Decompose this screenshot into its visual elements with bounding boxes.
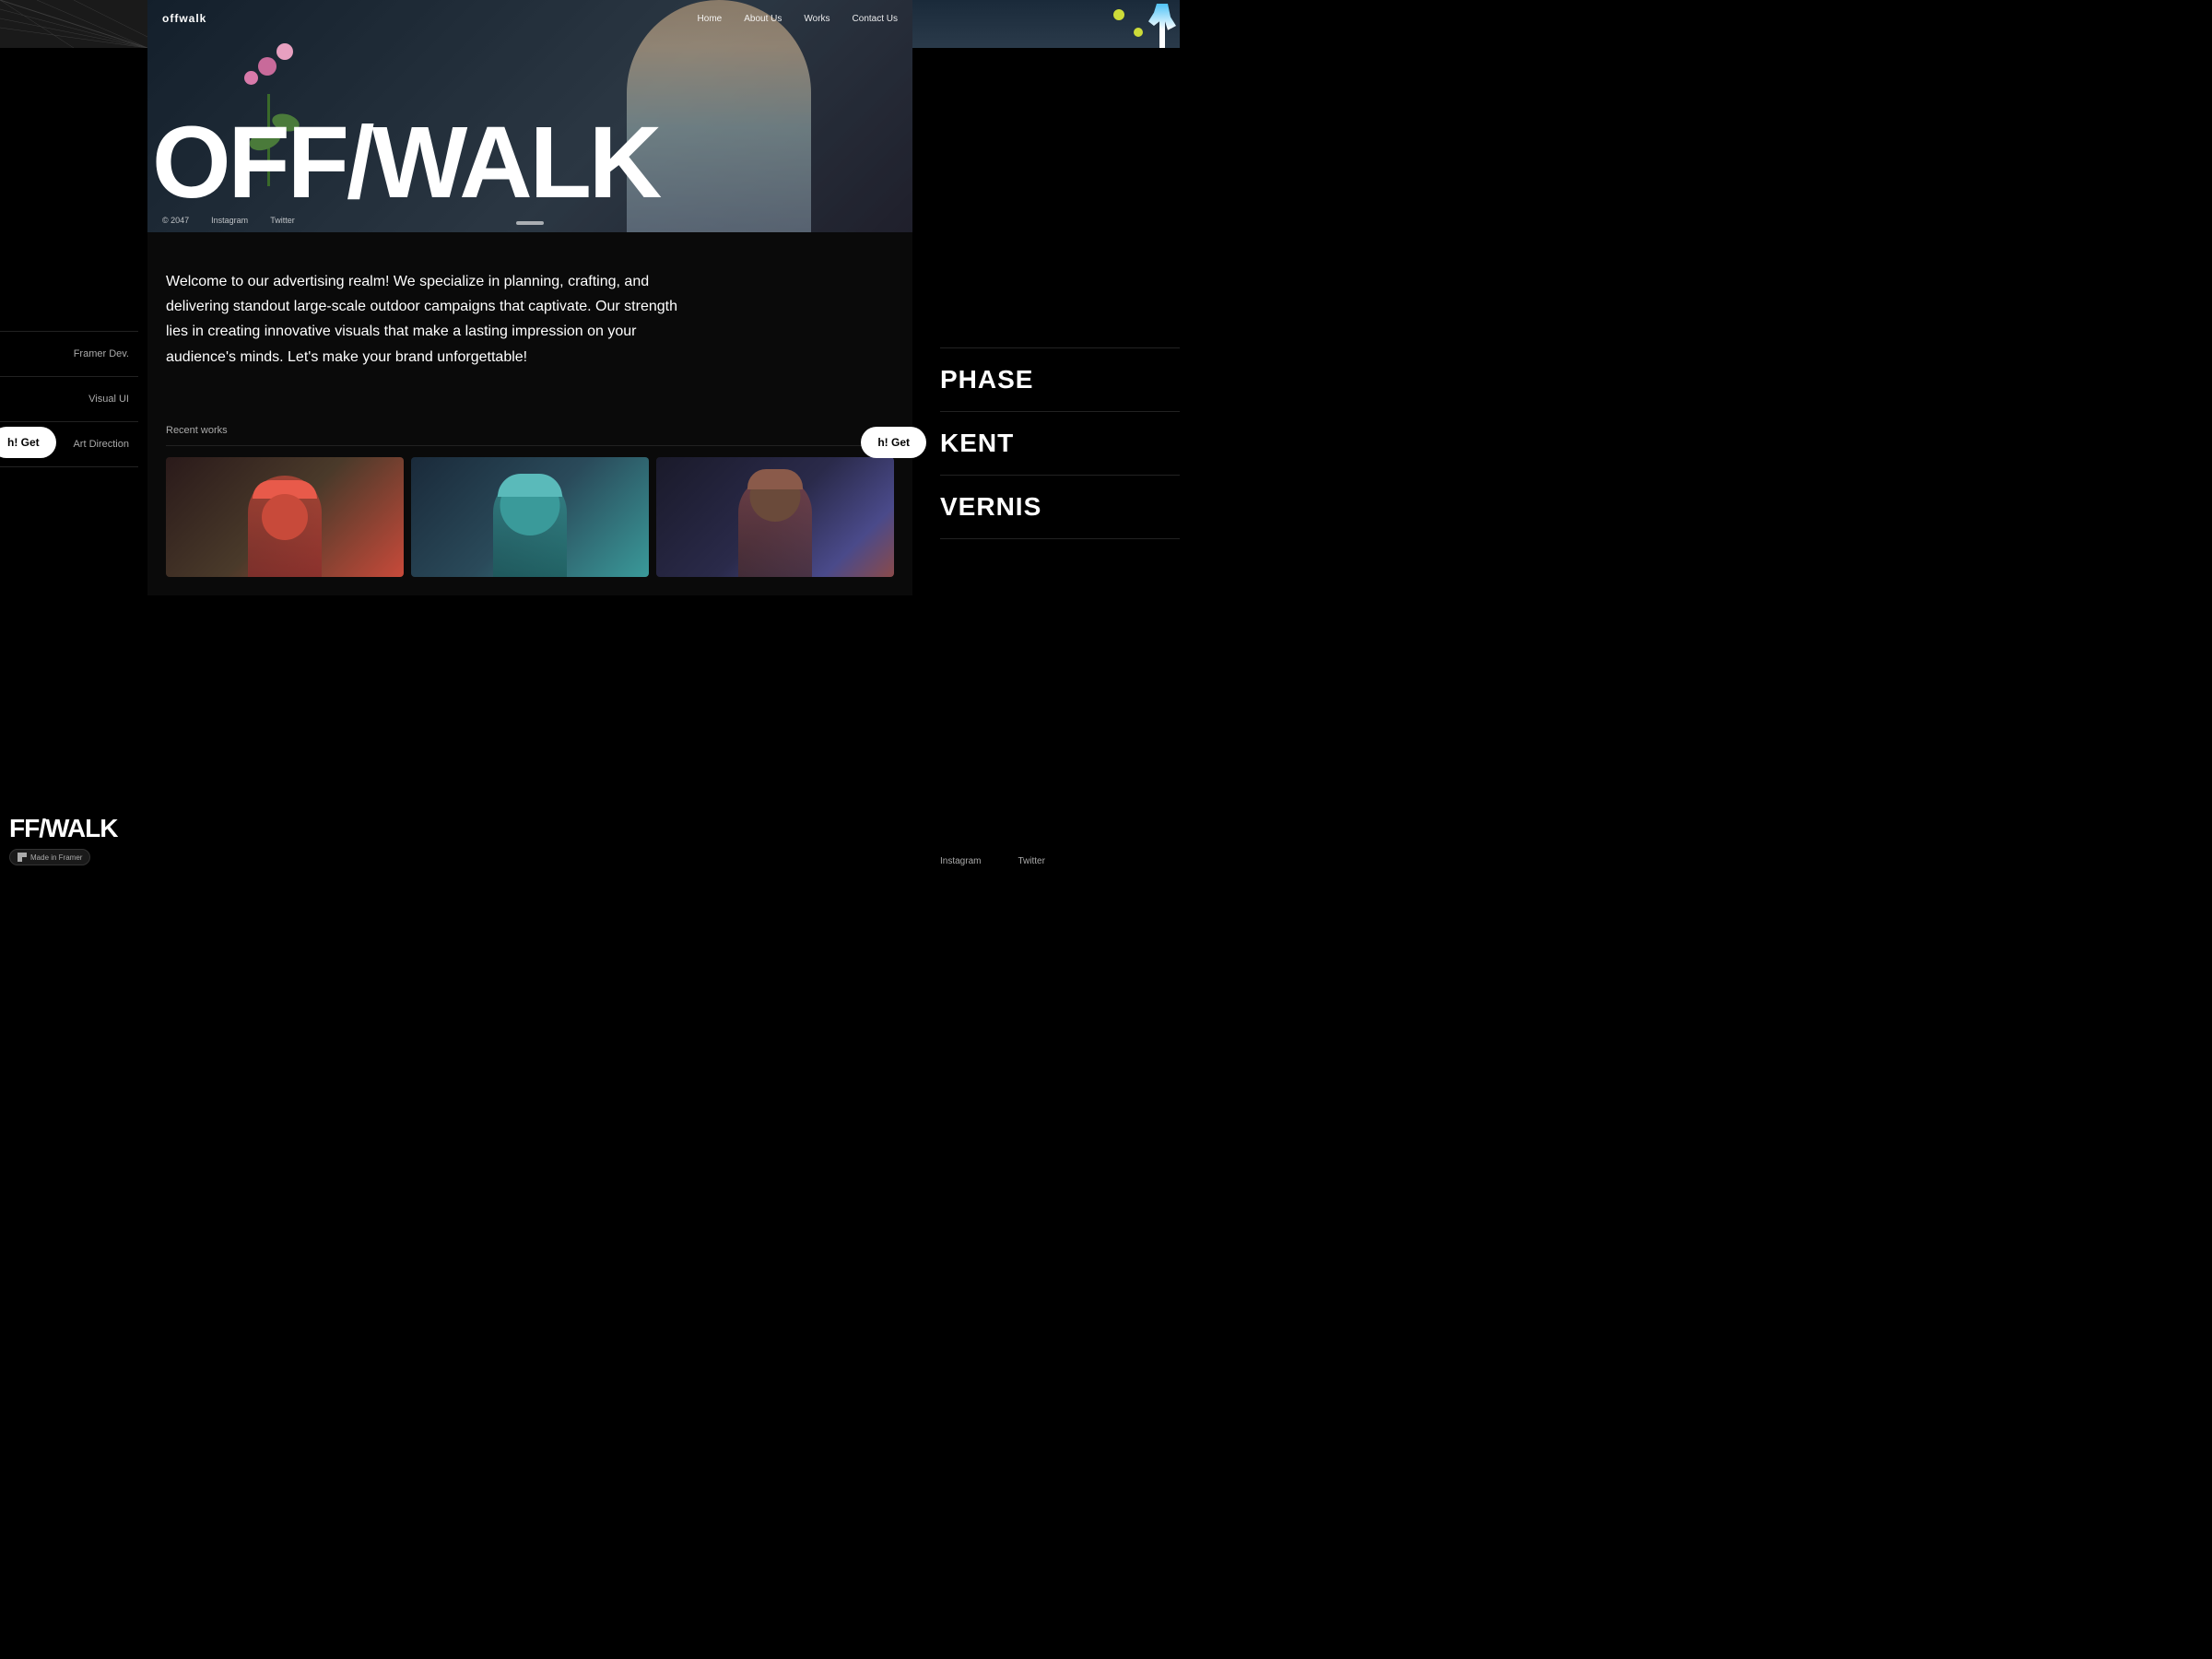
hero-instagram[interactable]: Instagram <box>211 216 248 225</box>
hero-section: offwalk Home About Us Works Contact Us O… <box>147 0 912 232</box>
nav-works[interactable]: Works <box>804 14 830 24</box>
made-in-framer-badge: Made in Framer <box>9 849 90 865</box>
sidebar-item-framer-dev[interactable]: Framer Dev. <box>0 331 138 377</box>
left-navigation: Framer Dev. Visual UI Art Direction <box>0 0 147 797</box>
tennis-image <box>912 0 1180 48</box>
hero-logo: offwalk <box>162 12 206 25</box>
hero-title: OFF/WALK <box>147 112 912 214</box>
left-top-background <box>0 0 147 48</box>
marquee-button-left[interactable]: h! Get <box>0 427 56 458</box>
right-work-item-phase[interactable]: PHASE <box>940 347 1180 412</box>
work-card-3[interactable] <box>656 457 894 577</box>
right-top-image <box>912 0 1180 48</box>
hero-twitter[interactable]: Twitter <box>270 216 295 225</box>
tennis-figure <box>1148 4 1176 48</box>
nav-about[interactable]: About Us <box>744 14 782 24</box>
right-work-item-kent[interactable]: KENT <box>940 412 1180 476</box>
framer-icon <box>18 853 27 862</box>
work-card-2[interactable] <box>411 457 649 577</box>
hero-footer: © 2047 Instagram Twitter <box>147 216 310 225</box>
marquee-button-right[interactable]: h! Get <box>861 427 926 458</box>
works-grid <box>166 457 894 577</box>
hero-nav-links: Home About Us Works Contact Us <box>698 14 898 24</box>
right-works-list: PHASE KENT VERNIS <box>912 48 1180 838</box>
content-section: Welcome to our advertising realm! We spe… <box>147 232 912 416</box>
main-panel: offwalk Home About Us Works Contact Us O… <box>147 0 912 885</box>
recent-works-header: Recent works <box>166 416 894 446</box>
left-logo-area: FF/WALK Made in Framer <box>0 797 147 885</box>
tennis-ball-1 <box>1113 9 1124 20</box>
left-logo-text: FF/WALK <box>9 816 138 841</box>
nav-home[interactable]: Home <box>698 14 723 24</box>
right-panel: PHASE KENT VERNIS Instagram Twitter <box>912 0 1180 885</box>
recent-works-title: Recent works <box>166 425 228 436</box>
nav-contact[interactable]: Contact Us <box>853 14 898 24</box>
sidebar-item-visual-ui[interactable]: Visual UI <box>0 377 138 422</box>
work-card-1[interactable] <box>166 457 404 577</box>
hero-navigation: offwalk Home About Us Works Contact Us <box>147 0 912 37</box>
tennis-ball-2 <box>1134 28 1143 37</box>
welcome-text: Welcome to our advertising realm! We spe… <box>166 269 700 370</box>
right-work-item-vernis[interactable]: VERNIS <box>940 476 1180 539</box>
recent-works-section: Recent works <box>147 416 912 595</box>
hero-copyright: © 2047 <box>162 216 189 225</box>
scroll-indicator <box>516 221 544 225</box>
right-instagram-link[interactable]: Instagram <box>940 856 981 866</box>
right-footer: Instagram Twitter <box>912 838 1180 885</box>
right-twitter-link[interactable]: Twitter <box>1018 856 1044 866</box>
